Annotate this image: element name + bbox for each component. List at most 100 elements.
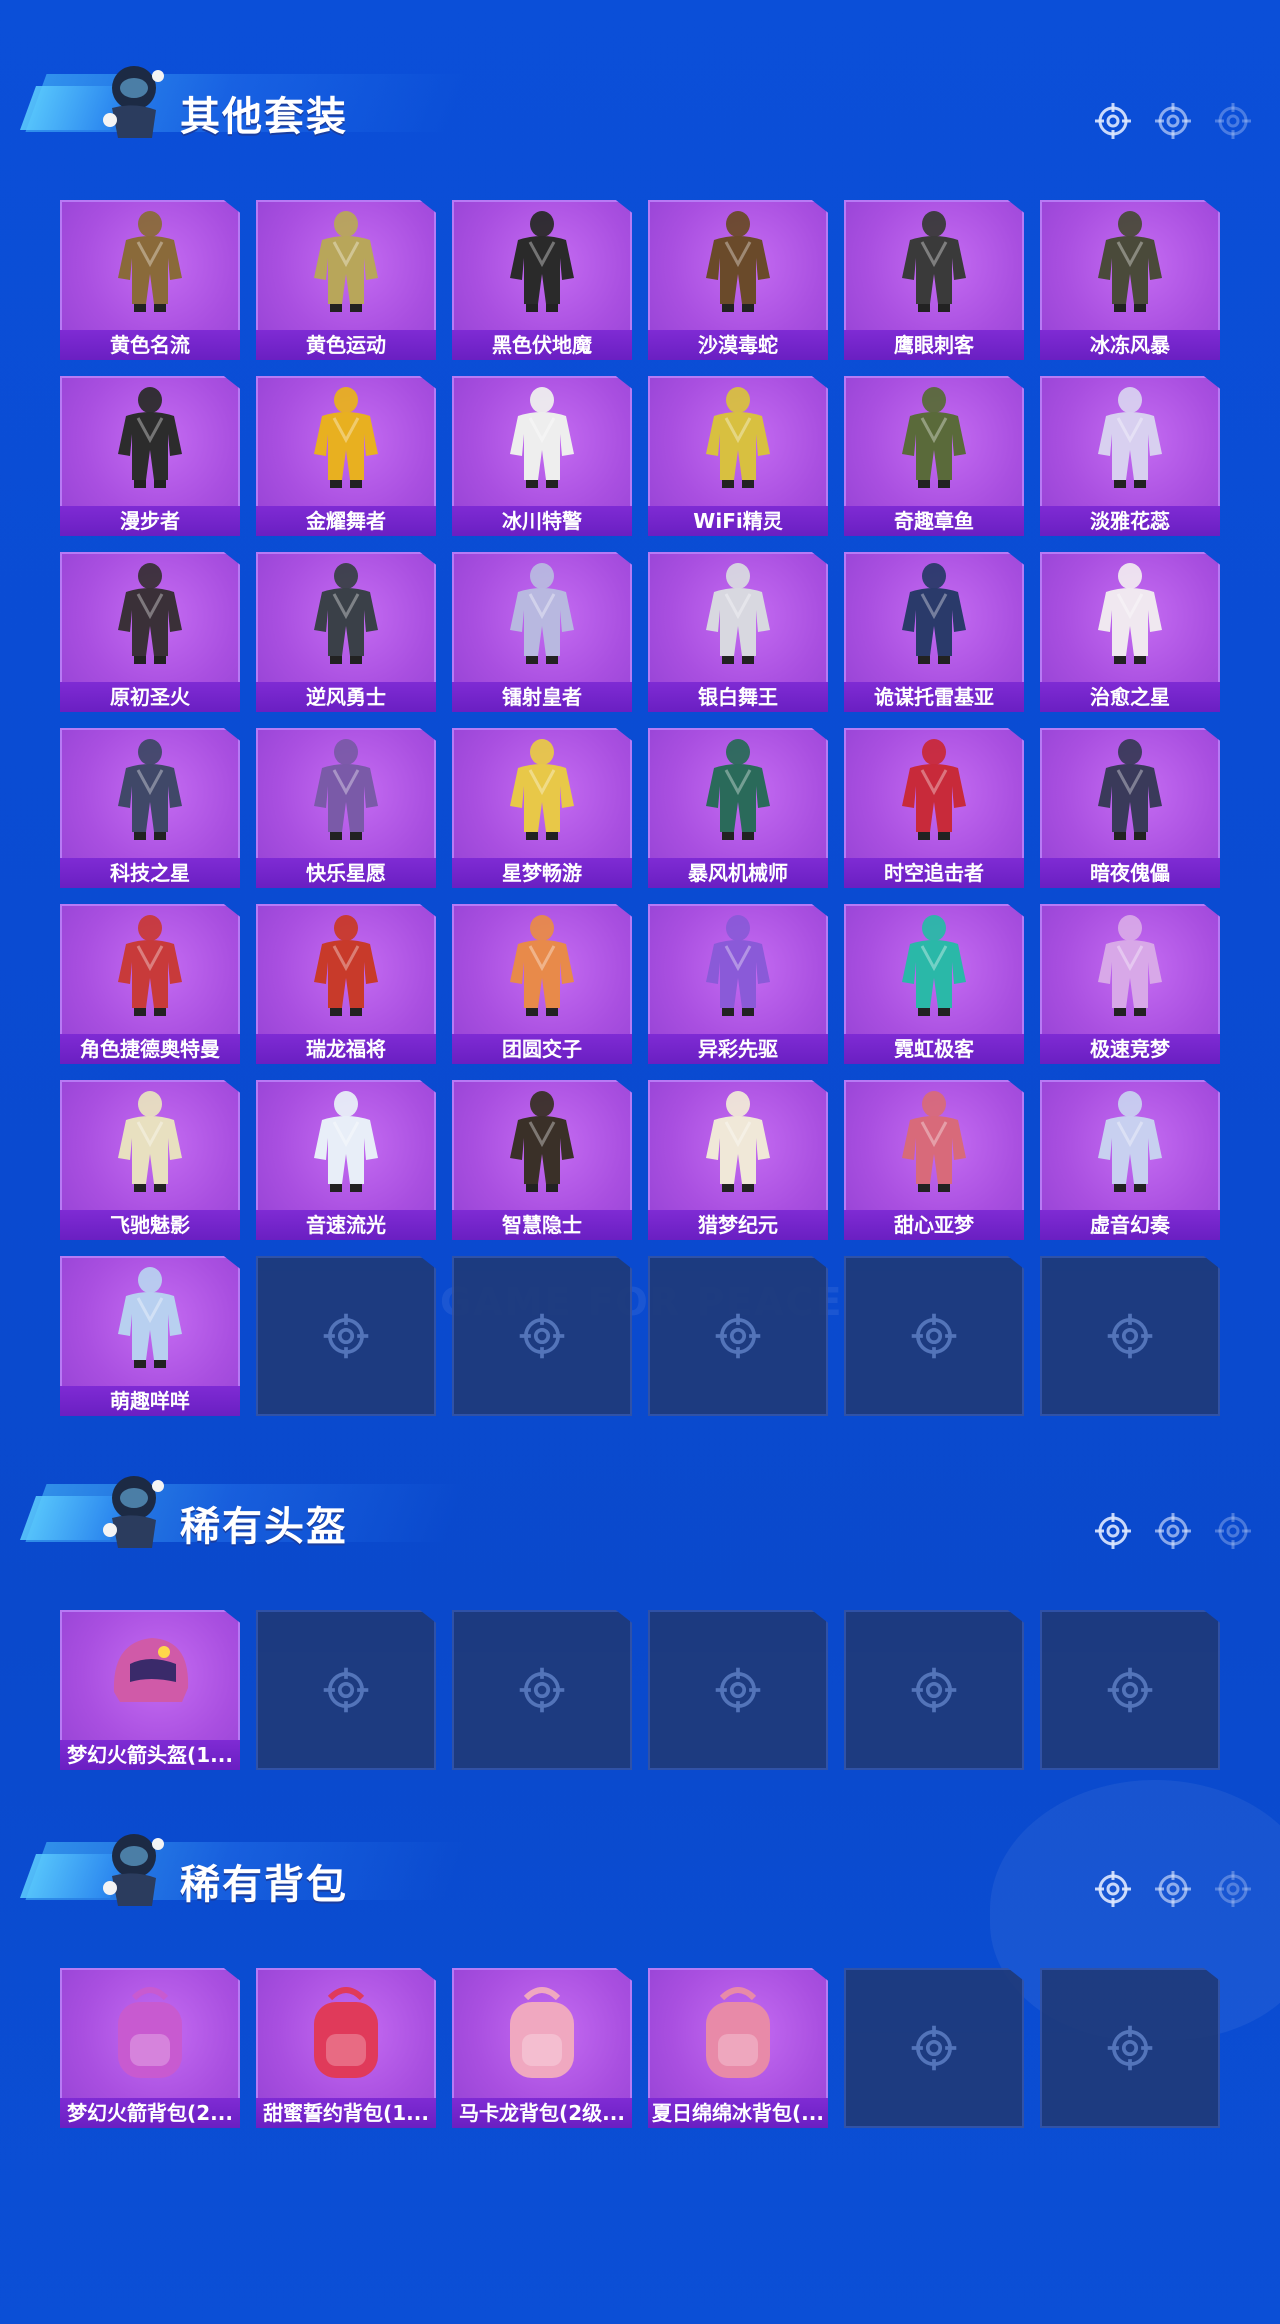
item-card[interactable]: 黑色伏地魔 [452, 200, 632, 360]
outfit-image [874, 1088, 994, 1200]
item-label: 马卡龙背包(2级... [452, 2098, 632, 2128]
item-card[interactable]: 极速竞梦 [1040, 904, 1220, 1064]
item-card[interactable]: 原初圣火 [60, 552, 240, 712]
item-card[interactable]: 霓虹极客 [844, 904, 1024, 1064]
outfit-image [678, 560, 798, 672]
item-label: 智慧隐士 [452, 1210, 632, 1240]
item-label: 冰川特警 [452, 506, 632, 536]
outfit-image [874, 384, 994, 496]
item-label: 夏日绵绵冰背包(... [648, 2098, 828, 2128]
item-card[interactable]: 冰川特警 [452, 376, 632, 536]
item-card[interactable]: 诡谋托雷基亚 [844, 552, 1024, 712]
outfit-image [482, 384, 602, 496]
item-card[interactable]: WiFi精灵 [648, 376, 828, 536]
outfit-image [286, 1088, 406, 1200]
item-label: 快乐星愿 [256, 858, 436, 888]
item-card[interactable]: 冰冻风暴 [1040, 200, 1220, 360]
item-card[interactable]: 科技之星 [60, 728, 240, 888]
item-card[interactable]: 异彩先驱 [648, 904, 828, 1064]
empty-slot [844, 1610, 1024, 1770]
item-grid: 黄色名流 黄色运动 黑色伏地魔 沙漠毒蛇 鹰眼刺客 冰冻风暴漫步者 金耀舞者 冰川特警 WiFi… [60, 200, 1220, 1416]
crosshair-icon [1212, 1510, 1254, 1552]
item-grid: 梦幻火箭头盔(1... [60, 1610, 1220, 1770]
item-label: 极速竞梦 [1040, 1034, 1220, 1064]
item-card[interactable]: 治愈之星 [1040, 552, 1220, 712]
item-card[interactable]: 镭射皇者 [452, 552, 632, 712]
item-card[interactable]: 团圆交子 [452, 904, 632, 1064]
item-label: 时空追击者 [844, 858, 1024, 888]
item-card[interactable]: 虚音幻奏 [1040, 1080, 1220, 1240]
item-card[interactable]: 飞驰魅影 [60, 1080, 240, 1240]
item-card[interactable]: 梦幻火箭背包(2... [60, 1968, 240, 2128]
outfit-image [1070, 560, 1190, 672]
item-card[interactable]: 智慧隐士 [452, 1080, 632, 1240]
item-card[interactable]: 夏日绵绵冰背包(... [648, 1968, 828, 2128]
item-card[interactable]: 梦幻火箭头盔(1... [60, 1610, 240, 1770]
item-label: 银白舞王 [648, 682, 828, 712]
item-card[interactable]: 音速流光 [256, 1080, 436, 1240]
crosshair-icon [516, 1310, 568, 1362]
item-label: 奇趣章鱼 [844, 506, 1024, 536]
item-card[interactable]: 甜蜜誓约背包(1... [256, 1968, 436, 2128]
item-card[interactable]: 暗夜傀儡 [1040, 728, 1220, 888]
outfit-image [90, 1088, 210, 1200]
item-label: 黄色运动 [256, 330, 436, 360]
item-card[interactable]: 黄色名流 [60, 200, 240, 360]
item-label: 暴风机械师 [648, 858, 828, 888]
outfit-image [286, 912, 406, 1024]
empty-slot [844, 1968, 1024, 2128]
item-label: 瑞龙福将 [256, 1034, 436, 1064]
section-title: 稀有背包 [180, 1862, 348, 1908]
item-label: 漫步者 [60, 506, 240, 536]
outfit-image [90, 560, 210, 672]
item-label: 治愈之星 [1040, 682, 1220, 712]
empty-slot [1040, 1256, 1220, 1416]
item-card[interactable]: 金耀舞者 [256, 376, 436, 536]
crosshair-icon [1092, 1868, 1134, 1910]
item-card[interactable]: 沙漠毒蛇 [648, 200, 828, 360]
item-card[interactable]: 漫步者 [60, 376, 240, 536]
crosshair-icon [908, 1310, 960, 1362]
item-card[interactable]: 鹰眼刺客 [844, 200, 1024, 360]
empty-slot [844, 1256, 1024, 1416]
item-card[interactable]: 时空追击者 [844, 728, 1024, 888]
item-label: 萌趣咩咩 [60, 1386, 240, 1416]
item-card[interactable]: 奇趣章鱼 [844, 376, 1024, 536]
item-card[interactable]: 萌趣咩咩 [60, 1256, 240, 1416]
item-card[interactable]: 瑞龙福将 [256, 904, 436, 1064]
item-card[interactable]: 马卡龙背包(2级... [452, 1968, 632, 2128]
mascot-icon [92, 58, 172, 146]
item-label: 冰冻风暴 [1040, 330, 1220, 360]
backpack-image [678, 1976, 798, 2088]
crosshair-icon [1212, 1868, 1254, 1910]
item-card[interactable]: 逆风勇士 [256, 552, 436, 712]
item-label: 梦幻火箭头盔(1... [60, 1740, 240, 1770]
item-card[interactable]: 暴风机械师 [648, 728, 828, 888]
outfit-image [874, 736, 994, 848]
item-card[interactable]: 淡雅花蕊 [1040, 376, 1220, 536]
header-icon-group [1092, 1868, 1254, 1910]
item-label: 镭射皇者 [452, 682, 632, 712]
item-label: 霓虹极客 [844, 1034, 1024, 1064]
outfit-image [1070, 1088, 1190, 1200]
item-card[interactable]: 甜心亚梦 [844, 1080, 1024, 1240]
crosshair-icon [516, 1664, 568, 1716]
crosshair-icon [1104, 2022, 1156, 2074]
item-label: 逆风勇士 [256, 682, 436, 712]
crosshair-icon [908, 2022, 960, 2074]
item-card[interactable]: 快乐星愿 [256, 728, 436, 888]
outfit-image [90, 208, 210, 320]
item-label: 梦幻火箭背包(2... [60, 2098, 240, 2128]
item-card[interactable]: 角色捷德奥特曼 [60, 904, 240, 1064]
item-card[interactable]: 猎梦纪元 [648, 1080, 828, 1240]
empty-slot [1040, 1968, 1220, 2128]
item-card[interactable]: 银白舞王 [648, 552, 828, 712]
item-label: 鹰眼刺客 [844, 330, 1024, 360]
section-1: 其他套装 [0, 40, 1280, 160]
outfit-image [482, 736, 602, 848]
item-label: 角色捷德奥特曼 [60, 1034, 240, 1064]
empty-slot [452, 1256, 632, 1416]
outfit-image [678, 208, 798, 320]
item-card[interactable]: 星梦畅游 [452, 728, 632, 888]
item-card[interactable]: 黄色运动 [256, 200, 436, 360]
